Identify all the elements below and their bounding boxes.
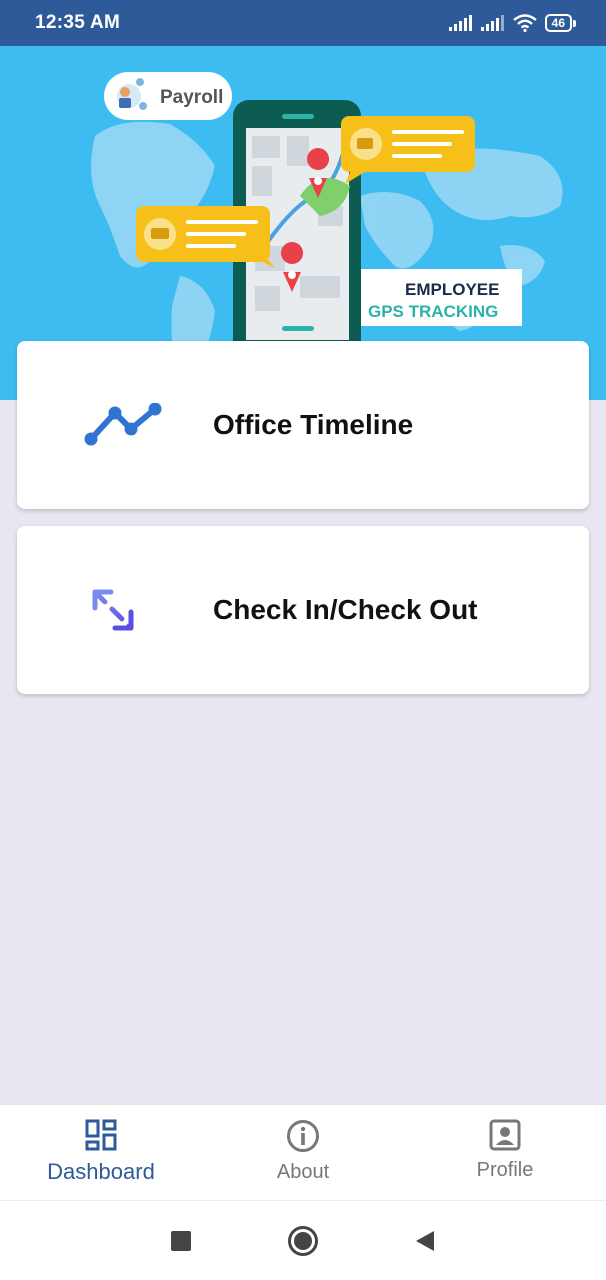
back-triangle-icon: [416, 1230, 434, 1251]
employee-label: EMPLOYEE: [405, 280, 499, 299]
office-timeline-card[interactable]: Office Timeline: [17, 341, 589, 509]
status-time: 12:35 AM: [35, 12, 121, 33]
battery-icon: 46: [544, 14, 576, 32]
system-navigation-bar: [0, 1200, 606, 1280]
square-icon: [171, 1230, 191, 1251]
nav-item-profile[interactable]: Profile: [404, 1105, 606, 1200]
status-icons: 46: [448, 14, 576, 32]
recents-button[interactable]: [170, 1230, 192, 1252]
bottom-navigation: Dashboard About Profile: [0, 1104, 606, 1200]
timeline-icon: [84, 403, 162, 446]
info-icon: [287, 1120, 319, 1152]
check-in-out-card[interactable]: Check In/Check Out: [17, 526, 589, 694]
profile-icon: [489, 1119, 521, 1151]
payroll-label: Payroll: [160, 87, 223, 108]
expand-arrows-icon: [92, 589, 134, 631]
status-bar: 12:35 AM 46: [0, 0, 606, 46]
nav-label-dashboard: Dashboard: [47, 1159, 155, 1184]
nav-item-about[interactable]: About: [202, 1105, 404, 1200]
dashboard-icon: [85, 1119, 117, 1151]
gps-tracking-label: GPS TRACKING: [368, 302, 498, 321]
nav-item-dashboard[interactable]: Dashboard: [0, 1105, 202, 1200]
office-timeline-label: Office Timeline: [213, 409, 414, 440]
signal-icon: [448, 15, 472, 31]
nav-label-profile: Profile: [476, 1159, 534, 1181]
home-button[interactable]: [287, 1225, 319, 1257]
signal-icon: [480, 15, 504, 31]
wifi-icon: [512, 14, 537, 32]
battery-level: 46: [544, 14, 572, 32]
check-in-out-label: Check In/Check Out: [213, 594, 478, 625]
circle-icon: [288, 1225, 318, 1256]
back-button[interactable]: [414, 1229, 436, 1253]
nav-label-about: About: [276, 1161, 330, 1183]
